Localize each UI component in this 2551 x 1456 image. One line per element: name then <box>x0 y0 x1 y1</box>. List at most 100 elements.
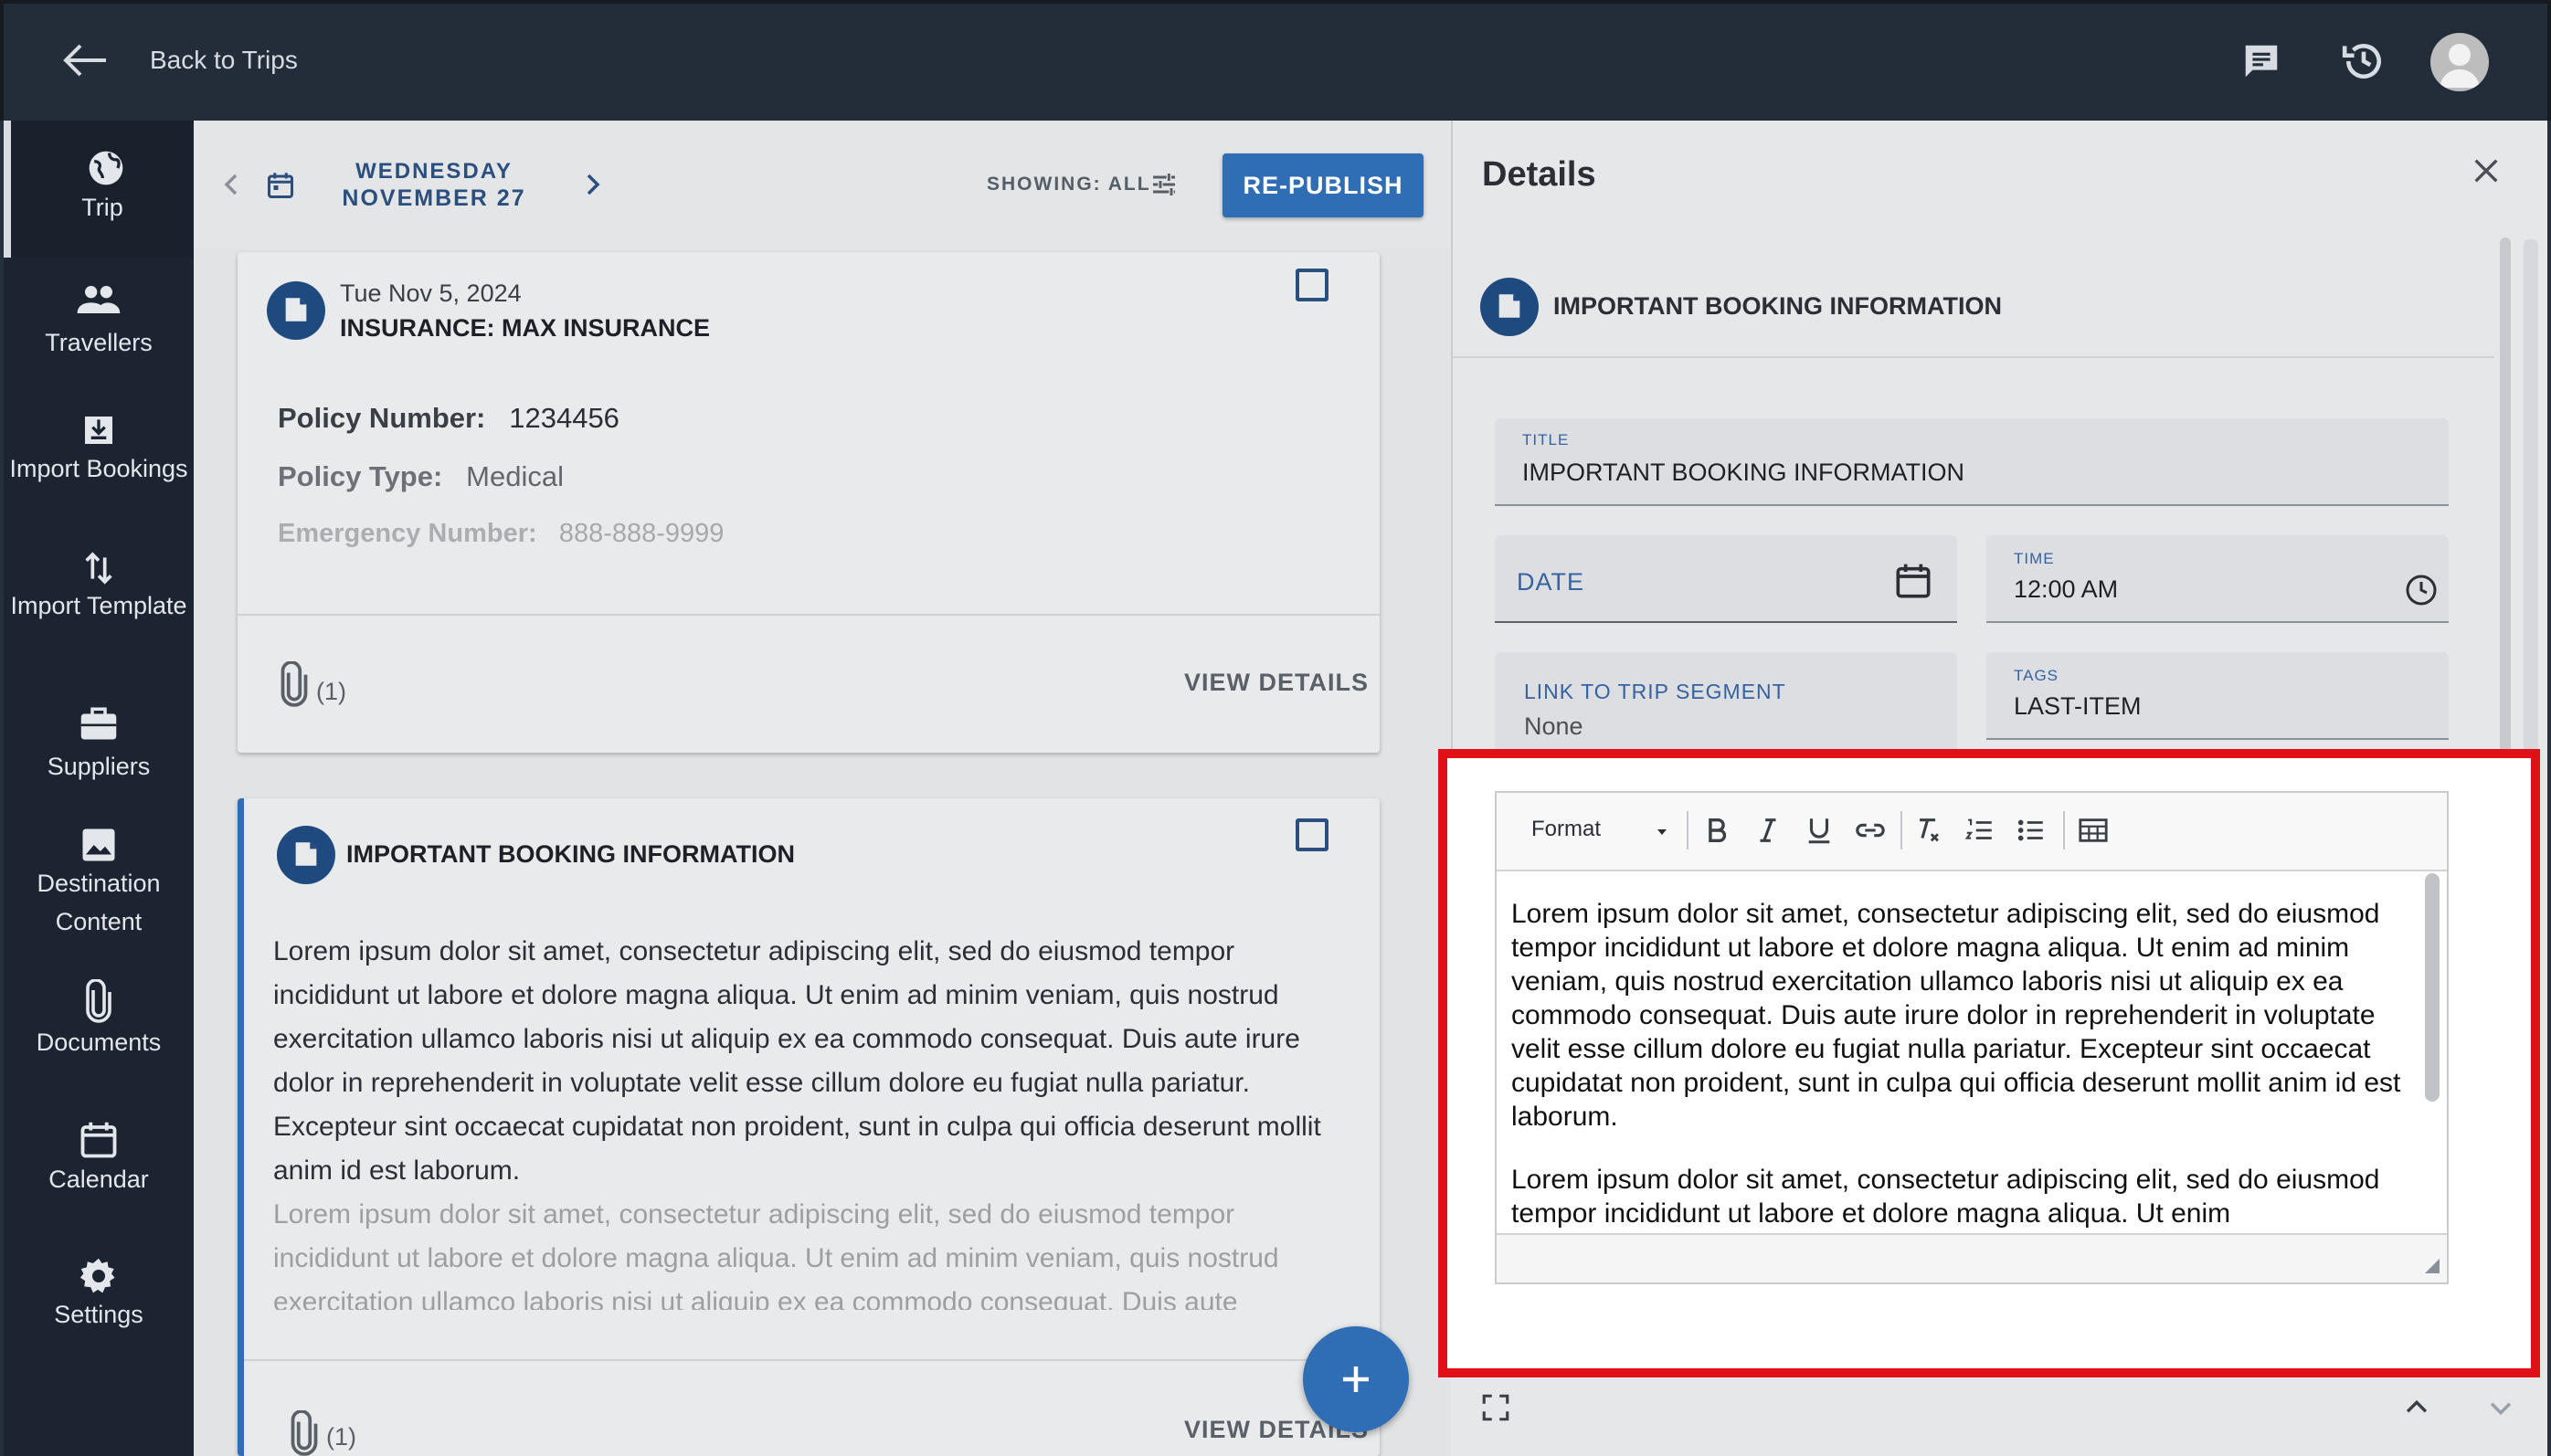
caret-down-icon[interactable] <box>1656 826 1668 839</box>
toolbar-separator <box>1900 811 1902 849</box>
toolbar-separator <box>2063 811 2065 849</box>
table-icon[interactable] <box>2078 815 2109 846</box>
itinerary-card-booking-info[interactable]: IMPORTANT BOOKING INFORMATION Lorem ipsu… <box>238 798 1380 1456</box>
link-to-trip-segment-field[interactable]: LINK TO TRIP SEGMENT None <box>1495 652 1957 753</box>
sidebar-item-label: Settings <box>54 1301 143 1328</box>
divider <box>1453 356 2494 358</box>
title-field-label: TITLE <box>1522 431 1570 448</box>
paperclip-icon <box>86 979 111 1023</box>
editor-scrollbar[interactable] <box>2425 873 2440 1102</box>
card-select-checkbox[interactable] <box>1296 269 1328 301</box>
chevron-left-icon[interactable] <box>217 168 245 201</box>
sidebar-item-label: Import Bookings <box>9 455 188 482</box>
date-field-label: DATE <box>1517 568 1585 596</box>
time-field-label: TIME <box>2014 550 2055 567</box>
details-footer <box>1451 1377 2547 1456</box>
date-field[interactable]: DATE <box>1495 535 1957 623</box>
close-icon[interactable] <box>2471 155 2502 186</box>
sidebar-item-calendar[interactable]: Calendar <box>4 1120 194 1198</box>
sidebar-item-label: Travellers <box>45 329 153 356</box>
attachment-count: (1) <box>316 678 346 705</box>
sidebar-item-import-template[interactable]: Import Template <box>4 550 194 625</box>
segment-field-label: LINK TO TRIP SEGMENT <box>1524 680 1786 703</box>
republish-button[interactable]: RE-PUBLISH <box>1223 153 1424 217</box>
avatar[interactable] <box>2430 33 2489 91</box>
sidebar-item-label: Import Template <box>10 592 187 619</box>
sidebar-item-label: Documents <box>36 1029 162 1056</box>
sidebar-item-label: Calendar <box>48 1166 149 1193</box>
sidebar-item-destination-content[interactable]: Destination Content <box>4 826 194 941</box>
sidebar-item-label: Suppliers <box>47 753 151 780</box>
import-icon <box>85 417 112 444</box>
showing-filter-label[interactable]: SHOWING: ALL <box>987 174 1151 195</box>
emergency-number-row: Emergency Number: 888-888-9999 <box>278 519 725 548</box>
chat-icon[interactable] <box>2240 40 2282 82</box>
sidebar-item-suppliers[interactable]: Suppliers <box>4 705 194 786</box>
resize-handle-icon[interactable] <box>2421 1255 2441 1275</box>
top-bar <box>0 0 2551 121</box>
sidebar: Trip Travellers Import Bookings Import T… <box>4 121 194 1456</box>
add-item-button[interactable] <box>1303 1326 1409 1432</box>
swap-vertical-icon <box>85 552 112 585</box>
sidebar-item-trip[interactable]: Trip <box>4 121 194 258</box>
tags-field-value[interactable]: LAST-ITEM <box>2014 692 2142 721</box>
segment-field-value[interactable]: None <box>1524 712 1583 741</box>
clock-icon[interactable] <box>2405 574 2438 607</box>
sidebar-item-settings[interactable]: Settings <box>4 1257 194 1334</box>
calendar-icon[interactable] <box>267 172 294 199</box>
numbered-list-icon[interactable] <box>1964 815 1995 846</box>
card-select-checkbox[interactable] <box>1296 818 1328 851</box>
history-icon[interactable] <box>2341 38 2387 84</box>
details-item-heading: IMPORTANT BOOKING INFORMATION <box>1553 292 2002 320</box>
gear-icon <box>79 1258 115 1293</box>
view-details-button[interactable]: VIEW DETAILS <box>1184 669 1369 697</box>
bold-icon[interactable] <box>1701 815 1732 846</box>
bulleted-list-icon[interactable] <box>2016 815 2047 846</box>
people-icon <box>77 286 121 313</box>
calendar-icon <box>80 1122 117 1158</box>
tags-field[interactable]: TAGS LAST-ITEM <box>1986 652 2449 740</box>
card-divider <box>244 1359 1380 1361</box>
chevron-down-icon[interactable] <box>2485 1392 2516 1423</box>
link-icon[interactable] <box>1855 815 1886 846</box>
card-body-text-faded: Lorem ipsum dolor sit amet, consectetur … <box>273 1199 1279 1310</box>
chevron-up-icon[interactable] <box>2401 1392 2432 1423</box>
editor-paragraph[interactable]: Lorem ipsum dolor sit amet, consectetur … <box>1511 1163 2414 1229</box>
underline-icon[interactable] <box>1804 815 1835 846</box>
globe-icon <box>89 151 123 185</box>
sidebar-item-travellers[interactable]: Travellers <box>4 283 194 362</box>
title-field-value[interactable]: IMPORTANT BOOKING INFORMATION <box>1522 459 1964 487</box>
image-icon <box>82 828 115 861</box>
sidebar-item-import-bookings[interactable]: Import Bookings <box>4 411 194 488</box>
sidebar-item-label: Trip <box>81 194 123 221</box>
editor-content[interactable]: Lorem ipsum dolor sit amet, consectetur … <box>1511 897 2414 1229</box>
current-weekday: WEDNESDAY <box>355 159 513 184</box>
document-icon <box>277 826 335 884</box>
itinerary-card-insurance[interactable]: Tue Nov 5, 2024 INSURANCE: MAX INSURANCE… <box>238 252 1380 753</box>
italic-icon[interactable] <box>1752 815 1784 846</box>
paperclip-icon <box>281 661 308 707</box>
document-icon <box>267 281 325 340</box>
policy-type-row: Policy Type: Medical <box>278 460 564 492</box>
document-icon <box>1480 278 1539 336</box>
sidebar-item-label: Destination Content <box>37 870 161 935</box>
clear-format-icon[interactable] <box>1913 815 1944 846</box>
tune-filter-icon[interactable] <box>1149 170 1179 199</box>
editor-paragraph[interactable]: Lorem ipsum dolor sit amet, consectetur … <box>1511 897 2414 1134</box>
time-field[interactable]: TIME 12:00 AM <box>1986 535 2449 623</box>
format-dropdown[interactable]: Format <box>1531 817 1601 842</box>
card-date: Tue Nov 5, 2024 <box>340 280 522 307</box>
time-field-value[interactable]: 12:00 AM <box>2014 575 2118 604</box>
fullscreen-icon[interactable] <box>1480 1392 1511 1423</box>
paperclip-icon <box>291 1410 318 1456</box>
sidebar-item-documents[interactable]: Documents <box>4 979 194 1061</box>
chevron-right-icon[interactable] <box>579 168 607 201</box>
current-date: NOVEMBER 27 <box>342 185 526 211</box>
attachment-count: (1) <box>326 1423 356 1451</box>
back-arrow-icon[interactable] <box>60 40 110 80</box>
card-title: INSURANCE: MAX INSURANCE <box>340 314 711 342</box>
back-to-trips-link[interactable]: Back to Trips <box>150 46 298 75</box>
title-field[interactable]: TITLE IMPORTANT BOOKING INFORMATION <box>1495 418 2449 506</box>
card-body-text: Lorem ipsum dolor sit amet, consectetur … <box>273 936 1321 1186</box>
calendar-icon[interactable] <box>1895 563 1932 599</box>
